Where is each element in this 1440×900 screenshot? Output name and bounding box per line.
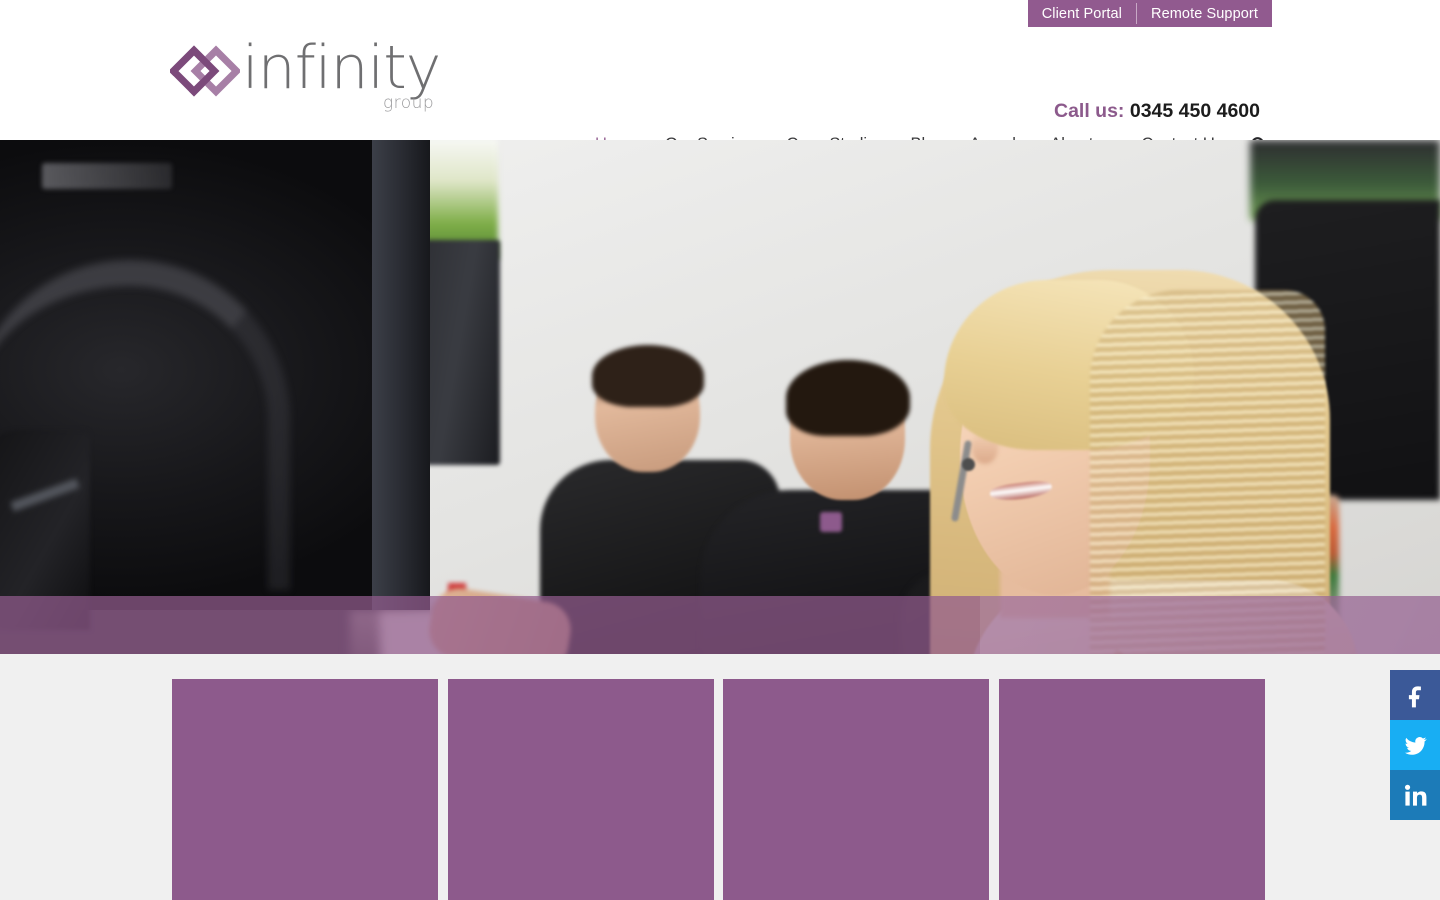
foreground-monitor-edge [372, 140, 430, 610]
client-portal-link[interactable]: Client Portal [1028, 0, 1136, 27]
feature-card-1[interactable] [172, 679, 438, 900]
background-person-1-hair [592, 345, 704, 407]
feature-card-2[interactable] [448, 679, 714, 900]
site-header: infinity group Call us: 0345 450 4600 Ho… [0, 27, 1440, 154]
call-us-label: Call us: [1054, 100, 1125, 122]
call-us-block: Call us: 0345 450 4600 [1054, 100, 1260, 123]
logo-subtext: group [382, 93, 435, 113]
twitter-icon[interactable] [1390, 720, 1440, 770]
top-utility-links: Client Portal Remote Support [1027, 0, 1272, 27]
facebook-icon[interactable] [1390, 670, 1440, 720]
hero-overlay-band [0, 596, 1440, 654]
logo-word: infinity [242, 33, 441, 103]
twitter-glyph [1404, 736, 1427, 755]
hero-banner [0, 140, 1440, 654]
linkedin-glyph [1404, 784, 1426, 806]
feature-cards-section [0, 654, 1440, 900]
top-utility-bar: Client Portal Remote Support [0, 0, 1440, 27]
phone-number[interactable]: 0345 450 4600 [1130, 100, 1260, 122]
feature-card-4[interactable] [999, 679, 1265, 900]
hero-overlay-sheen [980, 596, 1440, 654]
background-person-2-hair [786, 360, 910, 436]
remote-support-link[interactable]: Remote Support [1137, 0, 1272, 27]
social-share-rail [1390, 670, 1440, 820]
hero-photo [0, 140, 1440, 654]
facebook-glyph [1408, 686, 1421, 708]
foreground-monitor-logo [42, 163, 172, 189]
headset-mic [962, 458, 975, 471]
site-logo[interactable]: infinity group [170, 33, 441, 113]
background-person-2-badge [820, 512, 842, 532]
infinity-logo-mark [170, 45, 240, 97]
feature-card-3[interactable] [723, 679, 989, 900]
linkedin-icon[interactable] [1390, 770, 1440, 820]
logo-wordmark: infinity group [242, 33, 441, 113]
